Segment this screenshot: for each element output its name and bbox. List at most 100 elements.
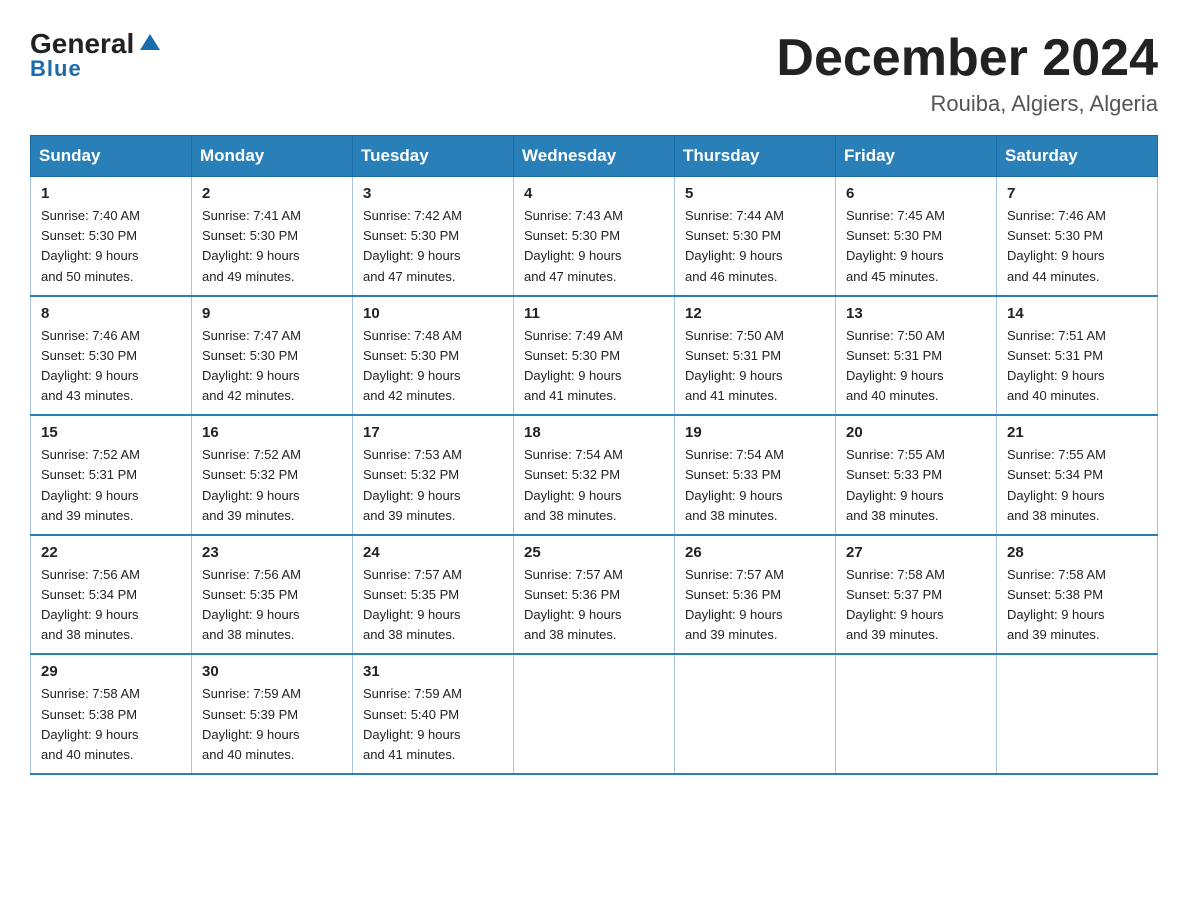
- logo-blue-text: Blue: [30, 56, 82, 82]
- day-number: 30: [202, 663, 342, 680]
- col-header-saturday: Saturday: [997, 136, 1158, 177]
- calendar-cell: 2Sunrise: 7:41 AMSunset: 5:30 PMDaylight…: [192, 177, 353, 296]
- calendar-table: SundayMondayTuesdayWednesdayThursdayFrid…: [30, 135, 1158, 775]
- logo: General Blue: [30, 30, 164, 82]
- calendar-cell: 13Sunrise: 7:50 AMSunset: 5:31 PMDayligh…: [836, 296, 997, 416]
- calendar-cell: 21 Sunrise: 7:55 AMSunset: 5:34 PMDayligh…: [997, 415, 1158, 535]
- day-info: Sunrise: 7:46 AMSunset: 5:30 PMDaylight:…: [1007, 206, 1147, 287]
- day-info: Sunrise: 7:46 AMSunset: 5:30 PMDaylight:…: [41, 326, 181, 407]
- calendar-cell: 19 Sunrise: 7:54 AMSunset: 5:33 PMDayligh…: [675, 415, 836, 535]
- day-info: Sunrise: 7:59 AMSunset: 5:40 PMDaylight:…: [363, 684, 503, 765]
- day-info: Sunrise: 7:50 AMSunset: 5:31 PMDaylight:…: [846, 326, 986, 407]
- col-header-friday: Friday: [836, 136, 997, 177]
- calendar-cell: 10 Sunrise: 7:48 AMSunset: 5:30 PMDayligh…: [353, 296, 514, 416]
- day-number: 17: [363, 424, 503, 441]
- col-header-sunday: Sunday: [31, 136, 192, 177]
- calendar-cell: 29 Sunrise: 7:58 AMSunset: 5:38 PMDayligh…: [31, 654, 192, 774]
- day-number: 23: [202, 544, 342, 561]
- day-number: 24: [363, 544, 503, 561]
- day-info: Sunrise: 7:49 AMSunset: 5:30 PMDaylight:…: [524, 326, 664, 407]
- month-title: December 2024: [776, 30, 1158, 87]
- day-number: 14: [1007, 305, 1147, 322]
- day-number: 15: [41, 424, 181, 441]
- calendar-cell: 17 Sunrise: 7:53 AMSunset: 5:32 PMDayligh…: [353, 415, 514, 535]
- day-info: Sunrise: 7:58 AMSunset: 5:38 PMDaylight:…: [1007, 565, 1147, 646]
- day-number: 21: [1007, 424, 1147, 441]
- calendar-cell: 11Sunrise: 7:49 AMSunset: 5:30 PMDayligh…: [514, 296, 675, 416]
- day-number: 5: [685, 185, 825, 202]
- day-info: Sunrise: 7:44 AMSunset: 5:30 PMDaylight:…: [685, 206, 825, 287]
- calendar-cell: [836, 654, 997, 774]
- day-info: Sunrise: 7:57 AMSunset: 5:36 PMDaylight:…: [685, 565, 825, 646]
- calendar-cell: 8 Sunrise: 7:46 AMSunset: 5:30 PMDaylight…: [31, 296, 192, 416]
- calendar-cell: 4Sunrise: 7:43 AMSunset: 5:30 PMDaylight…: [514, 177, 675, 296]
- calendar-cell: 3 Sunrise: 7:42 AMSunset: 5:30 PMDaylight…: [353, 177, 514, 296]
- day-info: Sunrise: 7:56 AMSunset: 5:34 PMDaylight:…: [41, 565, 181, 646]
- calendar-cell: [997, 654, 1158, 774]
- calendar-cell: 18 Sunrise: 7:54 AMSunset: 5:32 PMDayligh…: [514, 415, 675, 535]
- calendar-cell: 25Sunrise: 7:57 AMSunset: 5:36 PMDayligh…: [514, 535, 675, 655]
- day-number: 8: [41, 305, 181, 322]
- calendar-cell: 31 Sunrise: 7:59 AMSunset: 5:40 PMDayligh…: [353, 654, 514, 774]
- day-info: Sunrise: 7:54 AMSunset: 5:32 PMDaylight:…: [524, 445, 664, 526]
- day-info: Sunrise: 7:50 AMSunset: 5:31 PMDaylight:…: [685, 326, 825, 407]
- day-number: 31: [363, 663, 503, 680]
- day-number: 3: [363, 185, 503, 202]
- day-info: Sunrise: 7:47 AMSunset: 5:30 PMDaylight:…: [202, 326, 342, 407]
- day-info: Sunrise: 7:52 AMSunset: 5:31 PMDaylight:…: [41, 445, 181, 526]
- day-number: 16: [202, 424, 342, 441]
- day-info: Sunrise: 7:52 AMSunset: 5:32 PMDaylight:…: [202, 445, 342, 526]
- day-number: 19: [685, 424, 825, 441]
- title-area: December 2024 Rouiba, Algiers, Algeria: [776, 30, 1158, 117]
- day-number: 22: [41, 544, 181, 561]
- day-info: Sunrise: 7:51 AMSunset: 5:31 PMDaylight:…: [1007, 326, 1147, 407]
- day-number: 26: [685, 544, 825, 561]
- day-info: Sunrise: 7:43 AMSunset: 5:30 PMDaylight:…: [524, 206, 664, 287]
- day-info: Sunrise: 7:59 AMSunset: 5:39 PMDaylight:…: [202, 684, 342, 765]
- day-number: 29: [41, 663, 181, 680]
- location-text: Rouiba, Algiers, Algeria: [776, 91, 1158, 117]
- calendar-cell: 23 Sunrise: 7:56 AMSunset: 5:35 PMDayligh…: [192, 535, 353, 655]
- day-number: 18: [524, 424, 664, 441]
- calendar-cell: 22 Sunrise: 7:56 AMSunset: 5:34 PMDayligh…: [31, 535, 192, 655]
- day-number: 12: [685, 305, 825, 322]
- week-row-3: 15 Sunrise: 7:52 AMSunset: 5:31 PMDayligh…: [31, 415, 1158, 535]
- day-number: 2: [202, 185, 342, 202]
- day-info: Sunrise: 7:40 AMSunset: 5:30 PMDaylight:…: [41, 206, 181, 287]
- calendar-cell: 14 Sunrise: 7:51 AMSunset: 5:31 PMDayligh…: [997, 296, 1158, 416]
- calendar-cell: 5 Sunrise: 7:44 AMSunset: 5:30 PMDaylight…: [675, 177, 836, 296]
- calendar-cell: 20 Sunrise: 7:55 AMSunset: 5:33 PMDayligh…: [836, 415, 997, 535]
- day-info: Sunrise: 7:42 AMSunset: 5:30 PMDaylight:…: [363, 206, 503, 287]
- day-info: Sunrise: 7:53 AMSunset: 5:32 PMDaylight:…: [363, 445, 503, 526]
- page-header: General Blue December 2024 Rouiba, Algie…: [30, 30, 1158, 117]
- day-info: Sunrise: 7:54 AMSunset: 5:33 PMDaylight:…: [685, 445, 825, 526]
- week-row-5: 29 Sunrise: 7:58 AMSunset: 5:38 PMDayligh…: [31, 654, 1158, 774]
- day-info: Sunrise: 7:58 AMSunset: 5:37 PMDaylight:…: [846, 565, 986, 646]
- calendar-cell: 1 Sunrise: 7:40 AMSunset: 5:30 PMDaylight…: [31, 177, 192, 296]
- day-info: Sunrise: 7:58 AMSunset: 5:38 PMDaylight:…: [41, 684, 181, 765]
- calendar-cell: [514, 654, 675, 774]
- col-header-tuesday: Tuesday: [353, 136, 514, 177]
- col-header-thursday: Thursday: [675, 136, 836, 177]
- day-info: Sunrise: 7:48 AMSunset: 5:30 PMDaylight:…: [363, 326, 503, 407]
- calendar-cell: 7Sunrise: 7:46 AMSunset: 5:30 PMDaylight…: [997, 177, 1158, 296]
- day-info: Sunrise: 7:56 AMSunset: 5:35 PMDaylight:…: [202, 565, 342, 646]
- calendar-cell: 26 Sunrise: 7:57 AMSunset: 5:36 PMDayligh…: [675, 535, 836, 655]
- day-number: 6: [846, 185, 986, 202]
- calendar-cell: 6Sunrise: 7:45 AMSunset: 5:30 PMDaylight…: [836, 177, 997, 296]
- day-info: Sunrise: 7:55 AMSunset: 5:34 PMDaylight:…: [1007, 445, 1147, 526]
- day-number: 20: [846, 424, 986, 441]
- calendar-cell: 9 Sunrise: 7:47 AMSunset: 5:30 PMDaylight…: [192, 296, 353, 416]
- day-number: 28: [1007, 544, 1147, 561]
- day-number: 10: [363, 305, 503, 322]
- calendar-cell: 28 Sunrise: 7:58 AMSunset: 5:38 PMDayligh…: [997, 535, 1158, 655]
- day-info: Sunrise: 7:57 AMSunset: 5:36 PMDaylight:…: [524, 565, 664, 646]
- day-info: Sunrise: 7:57 AMSunset: 5:35 PMDaylight:…: [363, 565, 503, 646]
- day-number: 9: [202, 305, 342, 322]
- logo-triangle-icon: [136, 28, 164, 56]
- day-number: 1: [41, 185, 181, 202]
- calendar-cell: [675, 654, 836, 774]
- day-info: Sunrise: 7:55 AMSunset: 5:33 PMDaylight:…: [846, 445, 986, 526]
- calendar-cell: 30 Sunrise: 7:59 AMSunset: 5:39 PMDayligh…: [192, 654, 353, 774]
- calendar-cell: 27Sunrise: 7:58 AMSunset: 5:37 PMDayligh…: [836, 535, 997, 655]
